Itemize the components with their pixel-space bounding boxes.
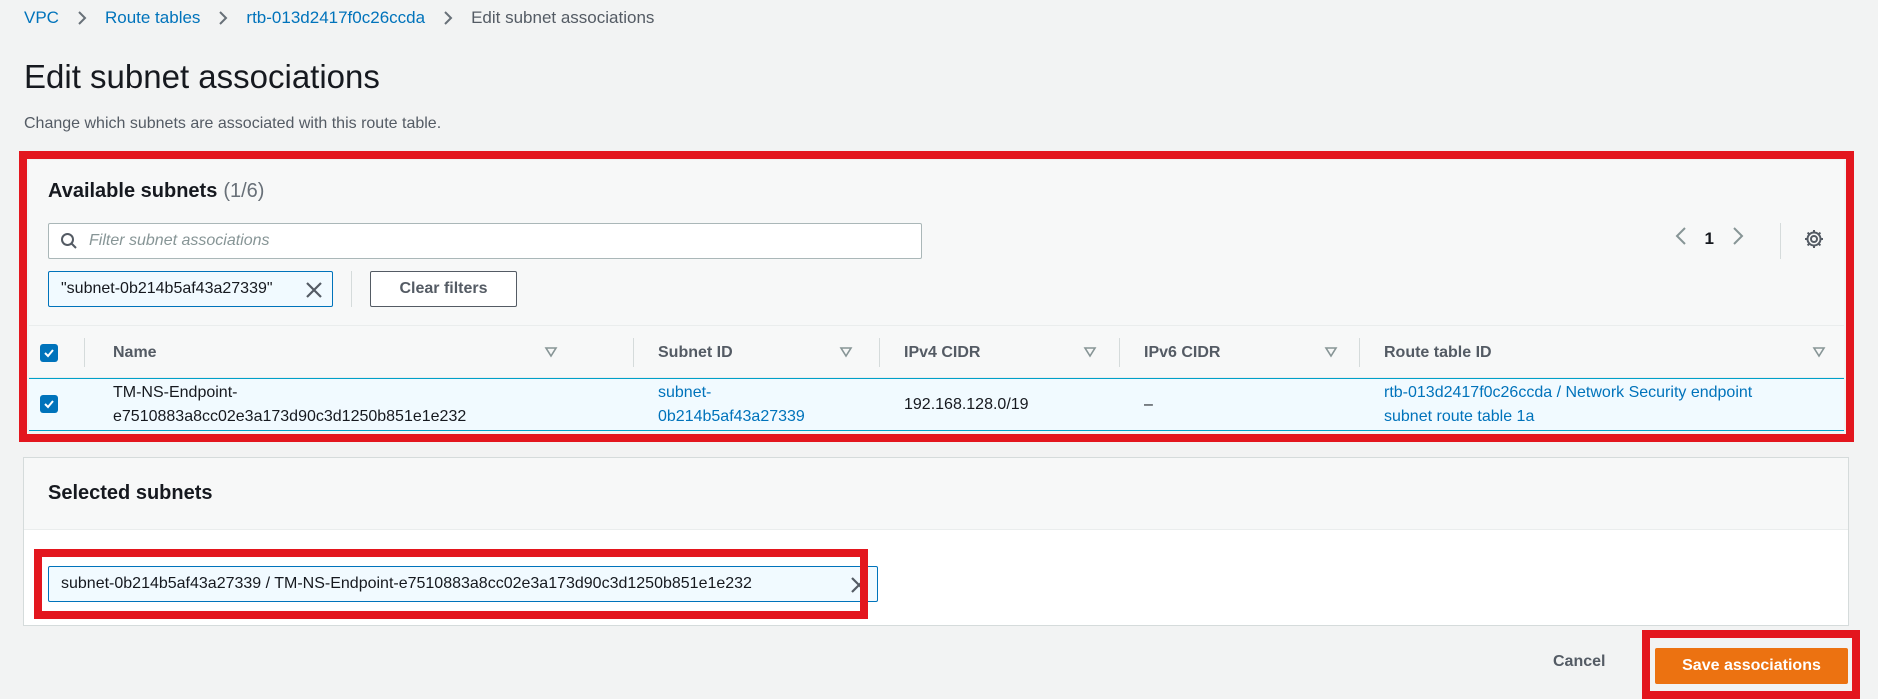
cell-ipv4-cidr: 192.168.128.0/19 [904, 396, 1029, 413]
current-page[interactable]: 1 [1705, 229, 1714, 249]
divider [1780, 223, 1781, 259]
column-header-route-table-id[interactable]: Route table ID [1384, 326, 1834, 379]
column-header-label: Subnet ID [658, 343, 733, 361]
available-subnets-title: Available subnets [48, 180, 218, 202]
cell-name: TM-NS-Endpoint- e7510883a8cc02e3a173d90c… [113, 381, 466, 429]
page-description: Change which subnets are associated with… [24, 115, 442, 132]
sort-down-icon[interactable] [1324, 345, 1338, 364]
cell-subnet-line2: 0b214b5af43a27339 [658, 408, 805, 425]
column-header-ipv6-cidr[interactable]: IPv6 CIDR [1144, 326, 1364, 379]
cell-subnet-id-link[interactable]: subnet- 0b214b5af43a27339 [658, 381, 805, 429]
page-title: Edit subnet associations [24, 58, 380, 95]
checkbox[interactable] [40, 395, 58, 413]
table-row[interactable]: TM-NS-Endpoint- e7510883a8cc02e3a173d90c… [29, 378, 1844, 431]
filter-token: "subnet-0b214b5af43a27339" [48, 271, 333, 307]
cell-rt-line2: subnet route table 1a [1384, 408, 1535, 425]
column-header-label: IPv6 CIDR [1144, 343, 1221, 361]
column-header-label: Route table ID [1384, 343, 1492, 361]
filter-search-box[interactable] [48, 223, 922, 259]
available-subnets-header: Available subnets (1/6) [48, 180, 264, 203]
cancel-button[interactable]: Cancel [1553, 653, 1605, 671]
checkbox[interactable] [40, 343, 58, 362]
column-header-label: Name [113, 343, 157, 361]
selected-subnet-token: subnet-0b214b5af43a27339 / TM-NS-Endpoin… [48, 566, 878, 602]
sort-down-icon[interactable] [544, 345, 558, 364]
sort-down-icon[interactable] [1083, 345, 1097, 364]
breadcrumb-current: Edit subnet associations [471, 8, 655, 27]
column-separator [633, 338, 634, 367]
column-header-ipv4-cidr[interactable]: IPv4 CIDR [904, 326, 1124, 379]
divider [351, 271, 352, 307]
breadcrumb-vpc[interactable]: VPC [24, 8, 59, 28]
selected-subnets-panel: Selected subnets subnet-0b214b5af43a2733… [23, 457, 1849, 626]
save-associations-button[interactable]: Save associations [1655, 648, 1848, 684]
cell-name-line2: e7510883a8cc02e3a173d90c3d1250b851e1e232 [113, 408, 467, 425]
pagination: 1 [1675, 226, 1744, 251]
select-all-checkbox[interactable] [40, 326, 58, 379]
breadcrumb-route-tables[interactable]: Route tables [105, 8, 200, 28]
cell-route-table-link[interactable]: rtb-013d2417f0c26ccda / Network Security… [1384, 381, 1752, 429]
column-separator [1359, 338, 1360, 367]
chevron-right-icon [443, 10, 453, 26]
column-header-label: IPv4 CIDR [904, 343, 981, 361]
close-icon[interactable] [849, 575, 869, 600]
prev-page-icon[interactable] [1675, 226, 1687, 251]
cell-ipv6-cidr: – [1144, 396, 1153, 413]
sort-down-icon[interactable] [1812, 345, 1826, 364]
chevron-right-icon [77, 10, 87, 26]
column-separator [84, 338, 85, 367]
chevron-right-icon [218, 10, 228, 26]
column-separator [1119, 338, 1120, 367]
breadcrumb: VPC Route tables rtb-013d2417f0c26ccda E… [24, 8, 654, 28]
row-checkbox[interactable] [40, 395, 58, 413]
filter-subnet-input[interactable] [89, 232, 921, 250]
next-page-icon[interactable] [1732, 226, 1744, 251]
filter-token-label: "subnet-0b214b5af43a27339" [61, 280, 273, 297]
cell-subnet-line1: subnet- [658, 384, 712, 401]
column-header-name[interactable]: Name [113, 326, 573, 379]
gear-icon[interactable] [1803, 228, 1825, 255]
cell-rt-line1: rtb-013d2417f0c26ccda / Network Security… [1384, 384, 1753, 401]
column-header-subnet-id[interactable]: Subnet ID [658, 326, 868, 379]
table-header: Name Subnet ID IPv4 CIDR IPv6 CIDR Route… [29, 325, 1844, 378]
selected-subnet-token-label: subnet-0b214b5af43a27339 / TM-NS-Endpoin… [61, 575, 752, 592]
cell-name-line1: TM-NS-Endpoint- [113, 384, 238, 401]
available-subnets-panel: Available subnets(1/6) 1 "subnet-0b214b5… [29, 160, 1844, 431]
selected-subnets-title: Selected subnets [24, 458, 1848, 530]
available-subnets-count: (1/6) [223, 180, 265, 202]
breadcrumb-route-table-id[interactable]: rtb-013d2417f0c26ccda [246, 8, 425, 28]
column-separator [879, 338, 880, 367]
search-icon [49, 232, 89, 250]
sort-down-icon[interactable] [839, 345, 853, 364]
close-icon[interactable] [304, 280, 324, 305]
clear-filters-button[interactable]: Clear filters [370, 271, 517, 307]
